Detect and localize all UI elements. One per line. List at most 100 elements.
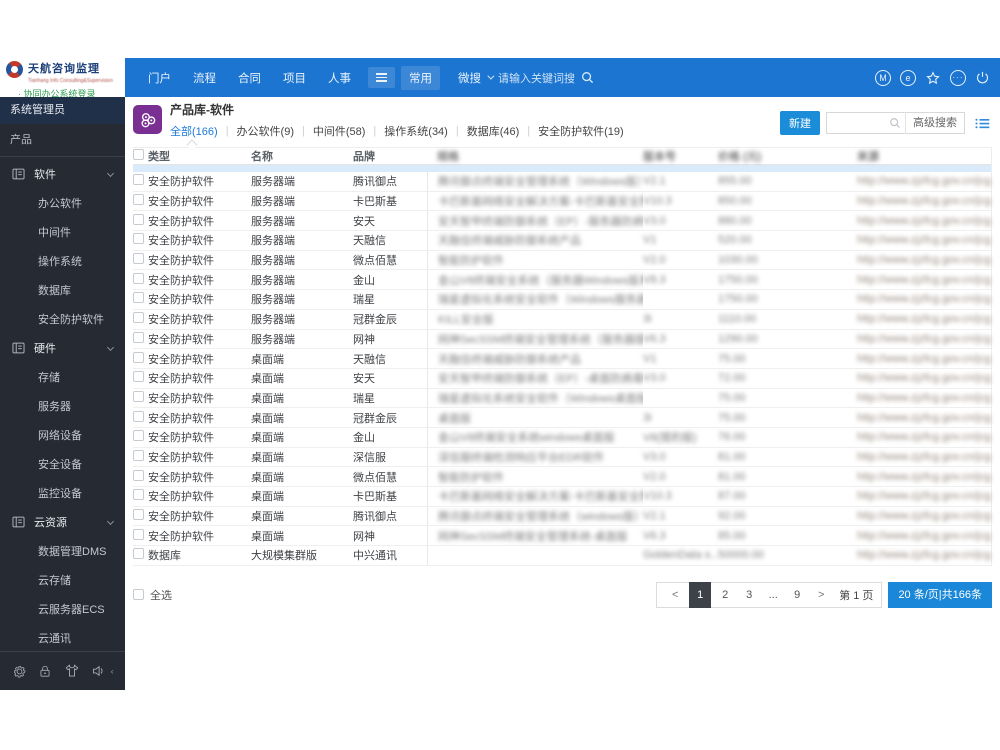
row-checkbox[interactable]	[133, 410, 144, 422]
row-checkbox[interactable]	[133, 390, 144, 402]
tab-数据库(46)[interactable]: 数据库(46)	[467, 123, 520, 139]
sidebar-item-安全设备[interactable]: 安全设备	[0, 449, 125, 478]
advanced-search-button[interactable]: 高级搜索	[905, 112, 964, 134]
cell-source-link[interactable]: http://www.zjzfcg.gov.cn/jcg/	[857, 490, 991, 502]
table-row[interactable]: 安全防护软件 桌面端 瑞星 瑞星虚拟化系统安全软件（Windows桌面版本） 75.00…	[133, 388, 991, 409]
cell-source-link[interactable]: http://www.zjzfcg.gov.cn/jcg/	[857, 333, 991, 345]
e-service-icon[interactable]: e	[900, 69, 916, 86]
cell-source-link[interactable]: http://www.zjzfcg.gov.cn/jcg/	[857, 392, 991, 404]
row-checkbox[interactable]	[133, 528, 144, 540]
row-checkbox[interactable]	[133, 174, 144, 186]
table-row[interactable]: 安全防护软件 桌面端 冠群金辰 桌面版 3i 75.00 http://www.zjzfcg…	[133, 408, 991, 428]
row-checkbox[interactable]	[133, 449, 144, 461]
select-all-control[interactable]: 全选	[133, 587, 172, 603]
nav-item-流程[interactable]: 流程	[182, 70, 227, 86]
power-icon[interactable]	[975, 70, 990, 85]
table-row[interactable]: 安全防护软件 服务器端 微点佰慧 智能防护软件 V2.0 1030.00 http://ww…	[133, 250, 991, 271]
sidebar-item-云存储[interactable]: 云存储	[0, 565, 125, 594]
cell-source-link[interactable]: http://www.zjzfcg.gov.cn/jcg/	[857, 451, 991, 463]
sidebar-group-软件[interactable]: 软件	[0, 159, 125, 188]
sidebar-item-中间件[interactable]: 中间件	[0, 217, 125, 246]
select-all-checkbox[interactable]	[133, 589, 144, 601]
list-view-icon[interactable]	[975, 117, 990, 130]
page-next-button[interactable]: >	[811, 582, 831, 608]
nav-pinned-button[interactable]: 常用	[401, 65, 440, 90]
new-button[interactable]: 新建	[780, 111, 820, 135]
sidebar-item-数据管理DMS[interactable]: 数据管理DMS	[0, 536, 125, 565]
table-row[interactable]: 安全防护软件 桌面端 金山 金山V8终端安全系统windows桌面版 V8(猎豹版) 76…	[133, 427, 991, 448]
cell-source-link[interactable]: http://www.zjzfcg.gov.cn/jcg/	[857, 510, 991, 522]
cell-source-link[interactable]: http://www.zjzfcg.gov.cn/jcg/	[857, 412, 991, 424]
sidebar-item-云通讯[interactable]: 云通讯	[0, 623, 125, 652]
cell-source-link[interactable]: http://www.zjzfcg.gov.cn/jcg/	[857, 274, 991, 286]
cell-source-link[interactable]: http://www.zjzfcg.gov.cn/jcg/	[857, 353, 991, 365]
sidebar-item-服务器[interactable]: 服务器	[0, 391, 125, 420]
row-checkbox[interactable]	[133, 272, 144, 284]
table-row[interactable]: 安全防护软件 桌面端 卡巴斯基 卡巴斯基网络安全解决方案-卡巴斯基安全防护（桌面）- …	[133, 487, 991, 507]
table-row[interactable]: 数据库 大规模集群版 中兴通讯 GoldenData s... 50000.00 http…	[133, 546, 991, 566]
sidebar-item-数据库[interactable]: 数据库	[0, 275, 125, 304]
tab-办公软件(9)[interactable]: 办公软件(9)	[237, 123, 294, 139]
cell-source-link[interactable]: http://www.zjzfcg.gov.cn/jcg/	[857, 313, 991, 325]
search-input[interactable]: 请输入关键词搜	[498, 70, 575, 86]
table-row[interactable]: 安全防护软件 服务器端 网神 网神SecSSM终端安全管理系统（服务器版） V6.3 12…	[133, 329, 991, 350]
table-row[interactable]: 安全防护软件 桌面端 深信服 深信服终端检测响应平台EDR软件 V3.0 81.00 htt…	[133, 447, 991, 468]
nav-item-人事[interactable]: 人事	[317, 70, 362, 86]
cell-source-link[interactable]: http://www.zjzfcg.gov.cn/jcg/	[857, 234, 991, 246]
sidebar-footer-caret-icon[interactable]: ‹	[111, 667, 114, 676]
table-row[interactable]: 安全防护软件 桌面端 天融信 天融信终端威胁防御系统产品 V1 75.00 http://w…	[133, 349, 991, 369]
row-checkbox[interactable]	[133, 489, 144, 501]
table-row[interactable]: 安全防护软件 服务器端 天融信 天融信终端威胁防御系统产品 V1 520.00 http:/…	[133, 231, 991, 251]
cell-source-link[interactable]: http://www.zjzfcg.gov.cn/jcg/	[857, 471, 991, 483]
row-checkbox[interactable]	[133, 253, 144, 265]
sidebar-item-网络设备[interactable]: 网络设备	[0, 420, 125, 449]
table-row[interactable]: 安全防护软件 服务器端 瑞星 瑞星虚拟化系统安全软件（Windows服务器版） 1750…	[133, 290, 991, 310]
page-prev-button[interactable]: <	[665, 582, 685, 608]
page-button-3[interactable]: 3	[739, 582, 759, 608]
tab-操作系统(34)[interactable]: 操作系统(34)	[384, 123, 448, 139]
cell-source-link[interactable]: http://www.zjzfcg.gov.cn/jcg/	[857, 175, 991, 187]
sidebar-item-云服务器ECS[interactable]: 云服务器ECS	[0, 594, 125, 623]
cell-source-link[interactable]: http://www.zjzfcg.gov.cn/jcg/	[857, 431, 991, 443]
search-scope-dropdown[interactable]: 微搜	[458, 70, 481, 86]
row-checkbox[interactable]	[133, 351, 144, 363]
page-button-2[interactable]: 2	[715, 582, 735, 608]
row-checkbox[interactable]	[133, 312, 144, 324]
row-checkbox[interactable]	[133, 233, 144, 245]
speaker-icon[interactable]	[91, 664, 106, 678]
page-button-9[interactable]: 9	[787, 582, 807, 608]
cell-source-link[interactable]: http://www.zjzfcg.gov.cn/jcg/	[857, 293, 991, 305]
lock-icon[interactable]	[38, 664, 52, 679]
message-icon[interactable]: M	[875, 69, 891, 86]
cell-source-link[interactable]: http://www.zjzfcg.gov.cn/jcg/	[857, 530, 991, 542]
select-all-header-checkbox[interactable]	[133, 149, 144, 160]
tab-中间件(58)[interactable]: 中间件(58)	[313, 123, 366, 139]
table-row[interactable]: 安全防护软件 桌面端 网神 网神SecSSM终端安全管理系统-桌面版 V6.3 85.00…	[133, 526, 991, 547]
table-row[interactable]: 安全防护软件 服务器端 卡巴斯基 卡巴斯基网络安全解决方案-卡巴斯基安全防护（KES）…	[133, 191, 991, 212]
page-button-1[interactable]: 1	[689, 581, 712, 608]
table-row[interactable]: 安全防护软件 服务器端 冠群金辰 KILL安全版 3i 1110.00 http://www…	[133, 309, 991, 330]
tab-全部(166)[interactable]: 全部(166)	[170, 123, 218, 139]
sidebar-group-硬件[interactable]: 硬件	[0, 333, 125, 362]
row-checkbox[interactable]	[133, 213, 144, 225]
nav-item-门户[interactable]: 门户	[137, 70, 182, 86]
sidebar-item-操作系统[interactable]: 操作系统	[0, 246, 125, 275]
sidebar-item-监控设备[interactable]: 监控设备	[0, 478, 125, 507]
row-checkbox[interactable]	[133, 292, 144, 304]
cell-source-link[interactable]: http://www.zjzfcg.gov.cn/jcg/	[857, 254, 991, 266]
theme-shirt-icon[interactable]	[64, 664, 80, 678]
nav-item-合同[interactable]: 合同	[227, 70, 272, 86]
page-size-summary[interactable]: 20 条/页|共166条	[888, 581, 992, 608]
cell-source-link[interactable]: http://www.zjzfcg.gov.cn/jcg/	[857, 195, 991, 207]
cell-source-link[interactable]: http://www.zjzfcg.gov.cn/jcg/	[857, 215, 991, 227]
cell-source-link[interactable]: http://www.zjzfcg.gov.cn/jcg/	[857, 549, 991, 561]
sidebar-item-办公软件[interactable]: 办公软件	[0, 188, 125, 217]
table-row[interactable]: 安全防护软件 桌面端 安天 安天智甲终端防御系统（EP）-桌面防病毒模块 V3.0 72.…	[133, 368, 991, 389]
sidebar-group-云资源[interactable]: 云资源	[0, 507, 125, 536]
more-circle-icon[interactable]: ···	[950, 69, 966, 86]
row-checkbox[interactable]	[133, 194, 144, 206]
table-row[interactable]: 安全防护软件 服务器端 腾讯御点 腾讯御点终端安全管理系统（Windows版） V2.1…	[133, 172, 991, 192]
sidebar-item-安全防护软件[interactable]: 安全防护软件	[0, 304, 125, 333]
table-row[interactable]: 安全防护软件 服务器端 安天 安天智甲终端防御系统（EP）-服务器防病毒模块V3.0 8…	[133, 211, 991, 232]
logo[interactable]: 天航咨询监理 Tianhang Info Consulting&Supervis…	[0, 58, 125, 99]
